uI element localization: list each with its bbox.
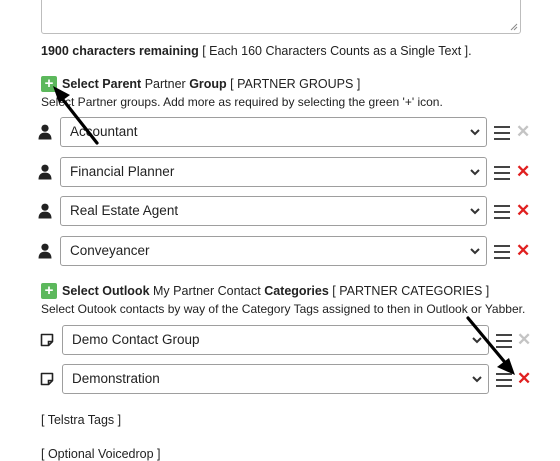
partner-group-select[interactable]: Real Estate Agent xyxy=(60,196,487,226)
close-icon[interactable]: ✕ xyxy=(516,202,530,219)
person-icon xyxy=(38,243,52,262)
hamburger-icon[interactable] xyxy=(496,373,512,387)
person-icon xyxy=(38,203,52,222)
resize-handle-icon[interactable] xyxy=(510,23,518,31)
heading-bold-part: Categories xyxy=(264,284,329,298)
partner-groups-description: Select Partner groups. Add more as requi… xyxy=(41,95,443,109)
select-value: Real Estate Agent xyxy=(70,203,179,218)
telstra-tags-link[interactable]: [ Telstra Tags ] xyxy=(41,413,121,427)
hamburger-icon[interactable] xyxy=(494,126,510,140)
person-icon xyxy=(38,124,52,143)
hamburger-icon[interactable] xyxy=(494,245,510,259)
add-partner-group-plus-icon[interactable]: + xyxy=(41,76,57,92)
hamburger-icon[interactable] xyxy=(494,205,510,219)
select-value: Demo Contact Group xyxy=(72,332,200,347)
select-value: Conveyancer xyxy=(70,243,150,258)
partner-group-select[interactable]: Financial Planner xyxy=(60,157,487,187)
partner-groups-heading: Select Parent Partner Group [ PARTNER GR… xyxy=(62,77,360,91)
note-icon xyxy=(40,372,54,389)
close-icon: ✕ xyxy=(517,330,532,349)
chevron-down-icon xyxy=(472,376,482,383)
partner-group-select[interactable]: Conveyancer xyxy=(60,236,487,266)
characters-remaining: 1900 characters remaining [ Each 160 Cha… xyxy=(41,44,472,58)
optional-voicedrop-link[interactable]: [ Optional Voicedrop ] xyxy=(41,447,161,461)
message-textarea[interactable] xyxy=(41,0,521,34)
chevron-down-icon xyxy=(470,129,480,136)
outlook-category-select[interactable]: Demo Contact Group xyxy=(62,325,489,355)
select-value: Demonstration xyxy=(72,371,160,386)
note-icon xyxy=(40,333,54,350)
hamburger-icon[interactable] xyxy=(496,334,512,348)
chevron-down-icon xyxy=(470,208,480,215)
outlook-category-select[interactable]: Demonstration xyxy=(62,364,489,394)
partner-group-select[interactable]: Accountant xyxy=(60,117,487,147)
chevron-down-icon xyxy=(472,337,482,344)
heading-bold-part: Select Parent xyxy=(62,77,142,91)
close-icon[interactable]: ✕ xyxy=(516,242,530,259)
select-value: Accountant xyxy=(70,124,138,139)
chevron-down-icon xyxy=(470,169,480,176)
heading-normal-part: [ PARTNER GROUPS ] xyxy=(230,77,361,91)
select-value: Financial Planner xyxy=(70,164,175,179)
outlook-categories-heading: Select Outlook My Partner Contact Catego… xyxy=(62,284,489,298)
close-icon[interactable]: ✕ xyxy=(516,163,530,180)
heading-normal-part: My Partner Contact xyxy=(153,284,261,298)
heading-normal-part: Partner xyxy=(144,77,186,91)
outlook-categories-description: Select Outook contacts by way of the Cat… xyxy=(41,302,526,316)
heading-normal-part: [ PARTNER CATEGORIES ] xyxy=(332,284,490,298)
add-outlook-category-plus-icon[interactable]: + xyxy=(41,283,57,299)
chars-count: 1900 characters remaining xyxy=(41,44,199,58)
chars-note: [ Each 160 Characters Counts as a Single… xyxy=(202,44,472,58)
heading-bold-part: Select Outlook xyxy=(62,284,150,298)
close-icon[interactable]: ✕ xyxy=(517,370,531,387)
close-icon: ✕ xyxy=(516,122,531,141)
person-icon xyxy=(38,164,52,183)
hamburger-icon[interactable] xyxy=(494,166,510,180)
heading-bold-part: Group xyxy=(189,77,227,91)
chevron-down-icon xyxy=(470,248,480,255)
